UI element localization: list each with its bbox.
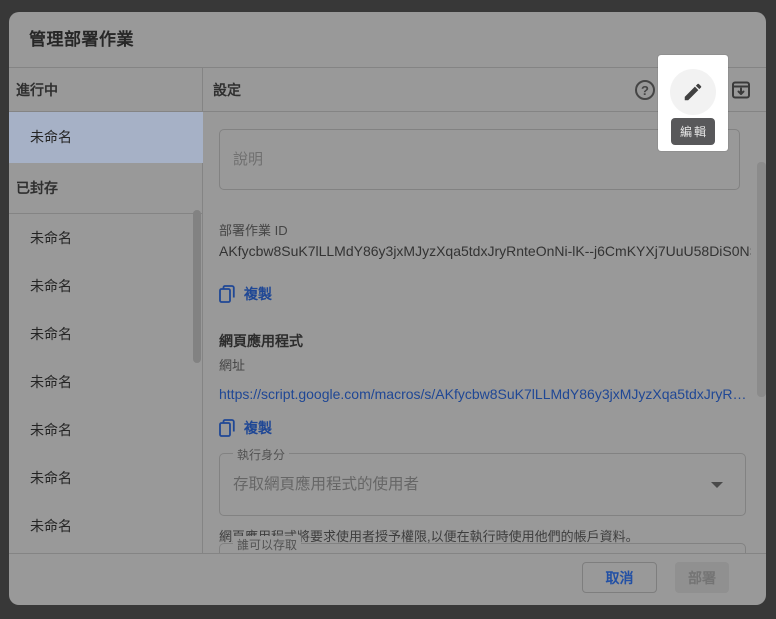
access-select[interactable]: 誰可以存取 xyxy=(219,543,746,553)
deployment-id-value: AKfycbw8SuK7lLLMdY86y3jxMJyzXqa5tdxJryRn… xyxy=(219,243,751,259)
sidebar-header-archived: 已封存 xyxy=(9,163,203,214)
copy-label: 複製 xyxy=(244,284,272,304)
screen: 管理部署作業 進行中 未命名 已封存 未命名未命名未命名未命名未命名未命名未命名… xyxy=(0,0,776,619)
deploy-button[interactable]: 部署 xyxy=(675,562,729,593)
copy-icon xyxy=(219,285,235,303)
cancel-button[interactable]: 取消 xyxy=(582,562,657,593)
copy-label: 複製 xyxy=(244,418,272,438)
copy-icon xyxy=(219,419,235,437)
sidebar-item-archived[interactable]: 未命名 xyxy=(9,406,203,454)
settings-title: 設定 xyxy=(213,68,241,112)
sidebar-item-archived[interactable]: 未命名 xyxy=(9,502,203,550)
edit-pencil-icon xyxy=(682,81,704,103)
sidebar-item-archived[interactable]: 未命名 xyxy=(9,454,203,502)
sidebar-item-archived[interactable]: 未命名 xyxy=(9,358,203,406)
sidebar-item-archived[interactable]: 未命名 xyxy=(9,310,203,358)
url-label: 網址 xyxy=(219,355,245,374)
sidebar-item-selected[interactable]: 未命名 xyxy=(9,112,203,163)
help-icon[interactable]: ? xyxy=(634,79,656,101)
dialog-title-bar: 管理部署作業 xyxy=(9,12,766,68)
execute-as-value: 存取網頁應用程式的使用者 xyxy=(233,454,705,515)
execute-as-select[interactable]: 執行身分 存取網頁應用程式的使用者 xyxy=(219,453,746,516)
archive-deployment-icon[interactable] xyxy=(730,79,752,101)
edit-tooltip: 編輯 xyxy=(671,118,715,145)
copy-deployment-id-button[interactable]: 複製 xyxy=(219,283,272,305)
manage-deployments-dialog: 管理部署作業 進行中 未命名 已封存 未命名未命名未命名未命名未命名未命名未命名… xyxy=(9,12,766,605)
deployments-sidebar: 進行中 未命名 已封存 未命名未命名未命名未命名未命名未命名未命名 xyxy=(9,68,203,553)
dialog-footer: 取消 部署 xyxy=(9,553,766,605)
sidebar-header-active: 進行中 xyxy=(9,68,203,112)
settings-panel-body: 部署作業 ID AKfycbw8SuK7lLLMdY86y3jxMJyzXqa5… xyxy=(203,112,766,553)
access-label: 誰可以存取 xyxy=(233,536,301,553)
edit-button[interactable] xyxy=(670,69,716,115)
edit-button-spotlight: 編輯 xyxy=(658,55,728,151)
sidebar-item-archived[interactable]: 未命名 xyxy=(9,262,203,310)
chevron-down-icon xyxy=(711,482,723,488)
deployment-id-label: 部署作業 ID xyxy=(219,220,288,239)
dialog-title: 管理部署作業 xyxy=(29,12,134,68)
webapp-url: https://script.google.com/macros/s/AKfyc… xyxy=(219,386,751,402)
sidebar-item-archived[interactable]: 未命名 xyxy=(9,214,203,262)
sidebar-archived-list: 未命名未命名未命名未命名未命名未命名未命名 xyxy=(9,214,203,553)
copy-url-button[interactable]: 複製 xyxy=(219,417,272,439)
sidebar-scrollbar-thumb[interactable] xyxy=(193,210,201,363)
webapp-url-link[interactable]: https://script.google.com/macros/s/AKfyc… xyxy=(219,386,751,402)
webapp-section-header: 網頁應用程式 xyxy=(219,331,303,351)
